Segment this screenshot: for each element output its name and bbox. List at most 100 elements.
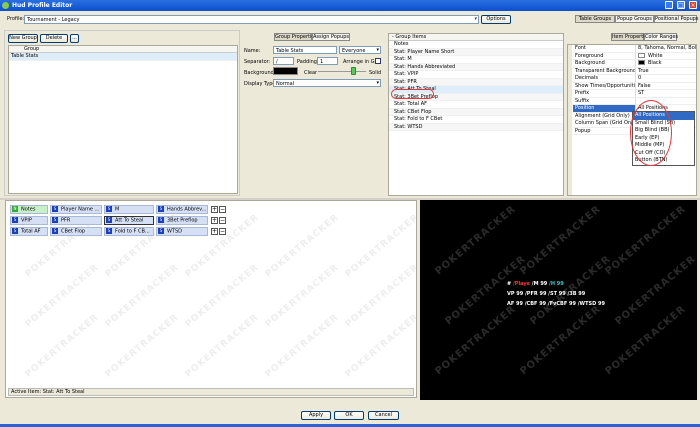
- grid-gutter: [568, 45, 572, 195]
- tab-assign-popups[interactable]: Assign Popups: [312, 33, 350, 41]
- watermark: POKERTRACKER: [603, 303, 689, 378]
- property-key: Show Times/Opportunities: [575, 82, 636, 89]
- stat-cell[interactable]: S VPIP: [10, 216, 48, 225]
- add-row-button[interactable]: +: [211, 206, 218, 213]
- profile-select[interactable]: Tournament - Legacy ▾: [24, 15, 479, 24]
- stat-label: Total AF: [21, 228, 41, 235]
- background-label: Background:: [244, 70, 276, 76]
- group-item[interactable]: Stat: Hands Abbreviated: [389, 63, 563, 71]
- more-button[interactable]: ...: [70, 34, 79, 43]
- name-label: Name:: [244, 48, 261, 54]
- separator-input[interactable]: /: [273, 57, 294, 65]
- minimize-button[interactable]: _: [665, 1, 673, 9]
- name-input[interactable]: Table Stats: [273, 46, 337, 54]
- property-row[interactable]: Background Black: [573, 60, 696, 68]
- property-key: Alignment (Grid Only): [573, 112, 636, 119]
- add-row-button[interactable]: +: [211, 228, 218, 235]
- property-key: Transparent Background: [575, 67, 636, 74]
- group-item[interactable]: Stat: VPIP: [389, 71, 563, 79]
- new-group-button[interactable]: New Group: [8, 34, 38, 43]
- property-row[interactable]: Font8, Tahoma, Normal, Bold, Nat: [573, 45, 696, 53]
- stat-cell[interactable]: S PFR: [50, 216, 102, 225]
- property-row[interactable]: Transparent Background True: [573, 67, 696, 75]
- group-item[interactable]: Stat: CBet Flop: [389, 108, 563, 116]
- stat-cell[interactable]: S Total AF: [10, 227, 48, 236]
- property-row[interactable]: Show Times/Opportunities False: [573, 82, 696, 90]
- stat-label: Fold to F CB...: [115, 228, 150, 235]
- cancel-button[interactable]: Cancel: [368, 411, 399, 420]
- property-row[interactable]: Suffix: [573, 97, 696, 105]
- opacity-slider-thumb[interactable]: [351, 67, 356, 75]
- opacity-slider[interactable]: [318, 71, 366, 72]
- stat-cell[interactable]: S CBet Flop: [50, 227, 102, 236]
- close-button[interactable]: ×: [689, 1, 697, 9]
- highlight-circle: [391, 89, 434, 99]
- group-item[interactable]: Table Stats: [9, 53, 237, 61]
- tab-group-properties[interactable]: Group Properties: [274, 33, 317, 41]
- stat-cell[interactable]: S WTSD: [156, 227, 208, 236]
- stat-icon: S: [52, 206, 58, 212]
- property-key: Font: [573, 45, 636, 52]
- add-row-button[interactable]: +: [211, 217, 218, 224]
- padding-input[interactable]: 1: [317, 57, 338, 65]
- tab-item-properties[interactable]: Item Properties: [611, 33, 650, 41]
- property-key: Position: [573, 105, 636, 112]
- color-swatch: [638, 60, 645, 65]
- display-type-select[interactable]: Normal ▾: [273, 79, 381, 87]
- hud-line-2: VP 99 /PFR 99 /ST 99 /3B 99: [507, 291, 586, 297]
- property-value-text: 0: [638, 75, 642, 81]
- stat-cell[interactable]: S Att To Steal: [104, 216, 154, 225]
- property-row[interactable]: Prefix ST: [573, 90, 696, 98]
- group-item[interactable]: Stat: WTSD: [389, 123, 563, 131]
- stat-cell[interactable]: S Hands Abbrev...: [156, 205, 208, 214]
- highlight-circle: [630, 100, 672, 166]
- background-color-swatch[interactable]: [273, 67, 298, 75]
- remove-row-button[interactable]: −: [219, 217, 226, 224]
- maximize-button[interactable]: □: [677, 1, 685, 9]
- property-value[interactable]: False: [636, 83, 696, 90]
- stat-cell[interactable]: S Fold to F CB...: [104, 227, 154, 236]
- remove-row-button[interactable]: −: [219, 228, 226, 235]
- stat-cell[interactable]: N Notes: [10, 205, 48, 214]
- hud-stats: # /Playe /M 99 /H 99 VP 99 /PFR 99 /ST 9…: [507, 279, 605, 309]
- arrange-grid-checkbox[interactable]: [375, 58, 381, 64]
- property-value[interactable]: ST: [636, 90, 696, 97]
- audience-select[interactable]: Everyone ▾: [339, 46, 381, 54]
- property-key: Background: [573, 60, 636, 67]
- profile-label: Profile:: [7, 16, 25, 22]
- property-value[interactable]: 8, Tahoma, Normal, Bold, Nat: [636, 45, 696, 52]
- apply-button[interactable]: Apply: [301, 411, 331, 420]
- remove-row-button[interactable]: −: [219, 206, 226, 213]
- group-item[interactable]: Stat: PFR: [389, 78, 563, 86]
- tab-popup-groups[interactable]: Popup Groups: [615, 15, 654, 23]
- tab-positional-popups[interactable]: Positional Popups: [654, 15, 699, 23]
- stat-cell[interactable]: S Player Name ...: [50, 205, 102, 214]
- property-value[interactable]: True: [636, 68, 696, 75]
- property-row[interactable]: Decimals 0: [573, 75, 696, 83]
- property-row[interactable]: Foreground White: [573, 52, 696, 60]
- group-item[interactable]: Stat: Fold to F CBet: [389, 116, 563, 124]
- group-item[interactable]: Stat: Player Name Short: [389, 48, 563, 56]
- stat-cell[interactable]: S 3Bet Preflop: [156, 216, 208, 225]
- tab-color-ranges[interactable]: Color Ranges: [644, 33, 678, 41]
- ok-button[interactable]: OK: [334, 411, 364, 420]
- property-value[interactable]: Black: [636, 60, 696, 67]
- hud-hands: /H 99: [549, 281, 564, 287]
- window-title: Hud Profile Editor: [12, 2, 73, 9]
- group-item[interactable]: Stat: M: [389, 56, 563, 64]
- stat-cell[interactable]: SM: [104, 205, 154, 214]
- options-button[interactable]: Options: [481, 15, 511, 24]
- tab-table-groups[interactable]: Table Groups: [575, 15, 615, 23]
- delete-button[interactable]: Delete: [40, 34, 68, 43]
- property-value[interactable]: White: [636, 52, 696, 60]
- property-value-text: White: [648, 52, 663, 59]
- property-value[interactable]: 0: [636, 75, 696, 82]
- group-items-header: - Group Items: [389, 34, 563, 41]
- group-item[interactable]: Notes: [389, 41, 563, 49]
- group-items-title: Group Items: [395, 34, 427, 40]
- stat-label: CBet Flop: [61, 228, 86, 235]
- stat-icon: S: [158, 206, 164, 212]
- hud-preview: # /Playe /M 99 /H 99 VP 99 /PFR 99 /ST 9…: [420, 200, 697, 400]
- stat-label: VPIP: [21, 217, 32, 224]
- group-item[interactable]: Stat: Total AF: [389, 101, 563, 109]
